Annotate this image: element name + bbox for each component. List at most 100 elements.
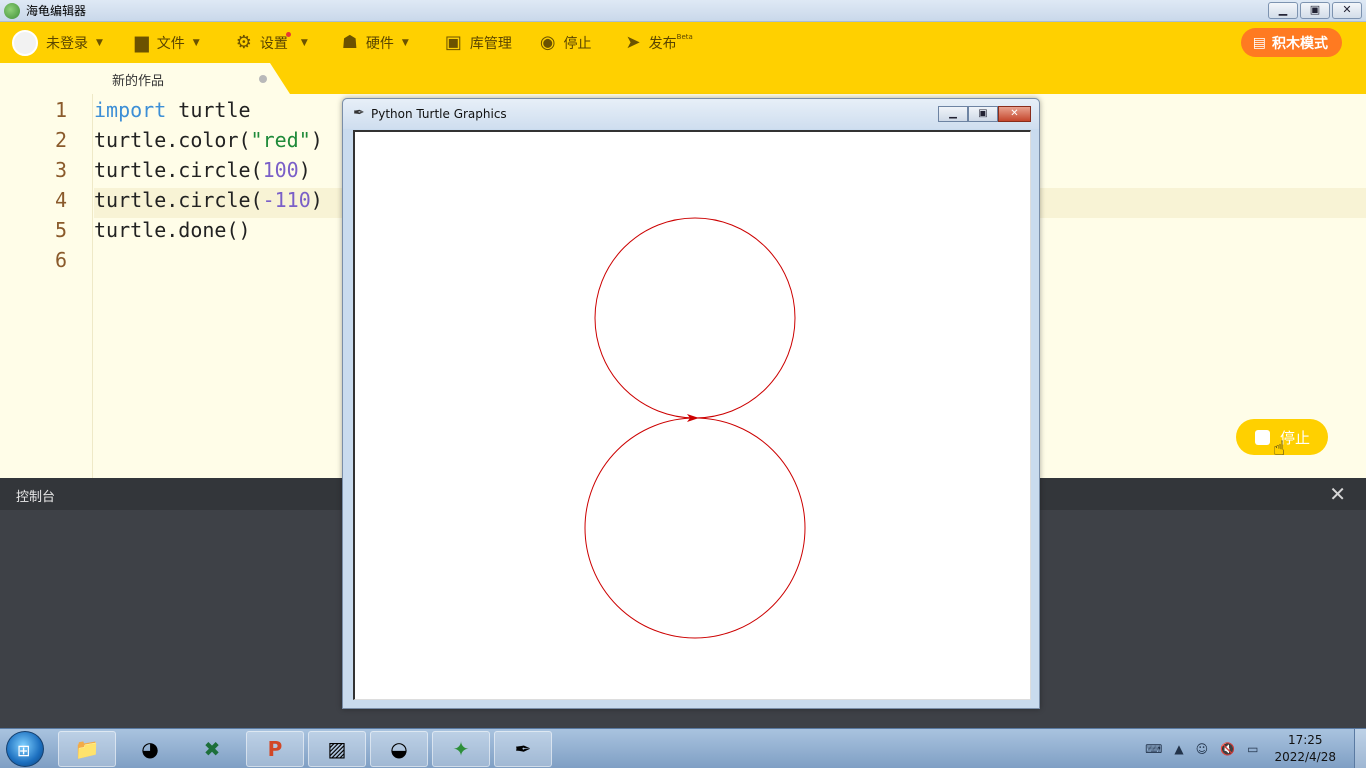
circle-lower xyxy=(584,417,806,639)
stop-label: 停止 xyxy=(563,35,592,52)
code-line: turtle.done() xyxy=(94,218,251,242)
app-title-bar: 海龟编辑器 ▁ ▣ ✕ xyxy=(0,0,1366,22)
python-feather-icon[interactable]: ✒ xyxy=(494,731,552,767)
stop-square-icon xyxy=(1255,429,1270,445)
chevron-down-icon: ▼ xyxy=(96,37,103,48)
line-number: 3 xyxy=(54,158,67,182)
app-title: 海龟编辑器 xyxy=(26,4,87,18)
block-mode-label: 积木模式 xyxy=(1272,35,1328,52)
line-number: 5 xyxy=(54,218,67,242)
turtle-drawing xyxy=(584,217,806,639)
inbox-icon: ▣ xyxy=(444,32,462,53)
system-clock[interactable]: 17:25 2022/4/28 xyxy=(1274,732,1336,766)
block-mode-button[interactable]: ▤ 积木模式 xyxy=(1240,28,1342,57)
window-controls: ▁ ▣ ✕ xyxy=(1268,2,1362,19)
clock-date: 2022/4/28 xyxy=(1274,750,1336,764)
start-button[interactable]: ⊞ xyxy=(6,731,44,767)
code-line: import turtle xyxy=(94,98,251,122)
unsaved-dot-icon xyxy=(259,75,267,83)
console-close-icon[interactable]: ✕ xyxy=(1329,482,1346,506)
minimize-button[interactable]: ▁ xyxy=(1268,2,1298,19)
publish-label: 发布 xyxy=(648,35,677,52)
blocks-icon: ▤ xyxy=(1252,34,1266,51)
circle-upper xyxy=(594,217,796,419)
main-toolbar: 未登录 ▼ ▆ 文件 ▼ ⚙ 设置 ▼ ☗ 硬件 ▼ ▣ 库管理 ◉ 停止 ➤ … xyxy=(0,22,1366,63)
keyboard-icon[interactable]: ⌨ xyxy=(1145,742,1162,756)
turtle-close-button[interactable]: ✕ xyxy=(998,106,1031,122)
file-label: 文件 xyxy=(156,35,185,52)
library-button[interactable]: ▣ 库管理 xyxy=(445,22,512,63)
line-gutter: 1 2 3 4 5 6 xyxy=(0,94,93,478)
console-title: 控制台 xyxy=(16,490,56,505)
turtle-window-title-bar[interactable]: ✒ Python Turtle Graphics ▁ ▣ ✕ xyxy=(343,99,1039,129)
login-label: 未登录 xyxy=(46,35,88,52)
windows-logo-icon: ⊞ xyxy=(17,741,31,760)
paper-plane-icon: ➤ xyxy=(625,32,641,53)
file-menu[interactable]: ▆ 文件 ▼ xyxy=(135,22,200,63)
line-number: 6 xyxy=(54,248,67,272)
folder-icon[interactable]: 📁 xyxy=(58,731,116,767)
powerpoint-icon[interactable]: P xyxy=(246,731,304,767)
firefox-icon[interactable]: ◕ xyxy=(121,731,179,767)
chevron-down-icon: ▼ xyxy=(401,37,409,48)
login-menu[interactable]: 未登录 ▼ xyxy=(12,22,103,63)
feather-icon: ✒ xyxy=(353,105,365,121)
gear-icon: ⚙ xyxy=(235,32,252,53)
turtle-window-title: Python Turtle Graphics xyxy=(371,107,507,121)
photos-icon[interactable]: ▨ xyxy=(308,731,366,767)
code-token: ) xyxy=(310,128,323,152)
code-token: turtle xyxy=(166,98,251,122)
settings-label: 设置 xyxy=(259,35,288,52)
turtle-canvas[interactable] xyxy=(353,130,1031,700)
folder-icon: ▆ xyxy=(134,32,149,53)
turtle-editor-icon[interactable]: ✦ xyxy=(432,731,490,767)
tab-label: 新的作品 xyxy=(112,74,165,89)
code-token: turtle.done() xyxy=(94,218,251,242)
turtle-window-controls: ▁ ▣ ✕ xyxy=(938,106,1031,122)
hardware-menu[interactable]: ☗ 硬件 ▼ xyxy=(342,22,409,63)
close-button[interactable]: ✕ xyxy=(1332,2,1362,19)
tab-new-work[interactable]: 新的作品 xyxy=(0,63,290,94)
line-number: 1 xyxy=(54,98,67,122)
volume-muted-icon[interactable]: 🔇 xyxy=(1220,742,1235,756)
turtle-maximize-button[interactable]: ▣ xyxy=(968,106,998,122)
hardware-icon: ☗ xyxy=(341,32,358,53)
avatar xyxy=(12,29,38,56)
notification-dot xyxy=(285,32,291,37)
code-token: import xyxy=(94,98,167,122)
hardware-label: 硬件 xyxy=(365,35,394,52)
line-number: 2 xyxy=(54,128,67,152)
hand-cursor-icon: ☝ xyxy=(1273,436,1286,460)
code-line: turtle.circle(100) xyxy=(94,158,311,182)
code-line: turtle.color("red") xyxy=(94,128,323,152)
stop-button[interactable]: ◉ 停止 xyxy=(540,22,592,63)
turtle-graphics-window[interactable]: ✒ Python Turtle Graphics ▁ ▣ ✕ xyxy=(342,98,1040,709)
stop-icon: ◉ xyxy=(539,32,556,53)
code-token: 100 xyxy=(262,158,299,182)
chevron-up-icon[interactable]: ▲ xyxy=(1174,742,1183,756)
turtle-minimize-button[interactable]: ▁ xyxy=(938,106,968,122)
publish-button[interactable]: ➤ 发布 Beta xyxy=(626,22,693,63)
maximize-button[interactable]: ▣ xyxy=(1300,2,1330,19)
beta-badge: Beta xyxy=(676,32,693,41)
clock-time: 17:25 xyxy=(1287,733,1323,747)
app-tray-icon[interactable]: ☺ xyxy=(1196,742,1209,756)
code-token: turtle.color( xyxy=(94,128,251,152)
windows-taskbar: ⊞ 📁 ◕ ✖ P ▨ ◒ ✦ ✒ ⌨ ▲ ☺ 🔇 ▭ 17:25 2022/4… xyxy=(0,728,1366,768)
code-token: -110 xyxy=(262,188,311,212)
system-tray: ⌨ ▲ ☺ 🔇 ▭ 17:25 2022/4/28 xyxy=(1139,729,1366,768)
excel-icon[interactable]: ✖ xyxy=(183,731,241,767)
code-token: ) xyxy=(298,158,311,182)
tab-bar: 新的作品 xyxy=(0,63,1366,94)
code-token: "red" xyxy=(250,128,311,152)
chevron-down-icon: ▼ xyxy=(192,37,200,48)
show-desktop-button[interactable] xyxy=(1354,729,1366,768)
network-icon[interactable]: ▭ xyxy=(1247,742,1258,756)
code-token: turtle.circle( xyxy=(94,188,263,212)
owl-icon[interactable]: ◒ xyxy=(370,731,428,767)
settings-menu[interactable]: ⚙ 设置 ▼ xyxy=(236,22,308,63)
library-label: 库管理 xyxy=(469,35,512,52)
code-token: turtle.circle( xyxy=(94,158,263,182)
code-token: ) xyxy=(310,188,323,212)
code-line: turtle.circle(-110) xyxy=(94,188,323,212)
